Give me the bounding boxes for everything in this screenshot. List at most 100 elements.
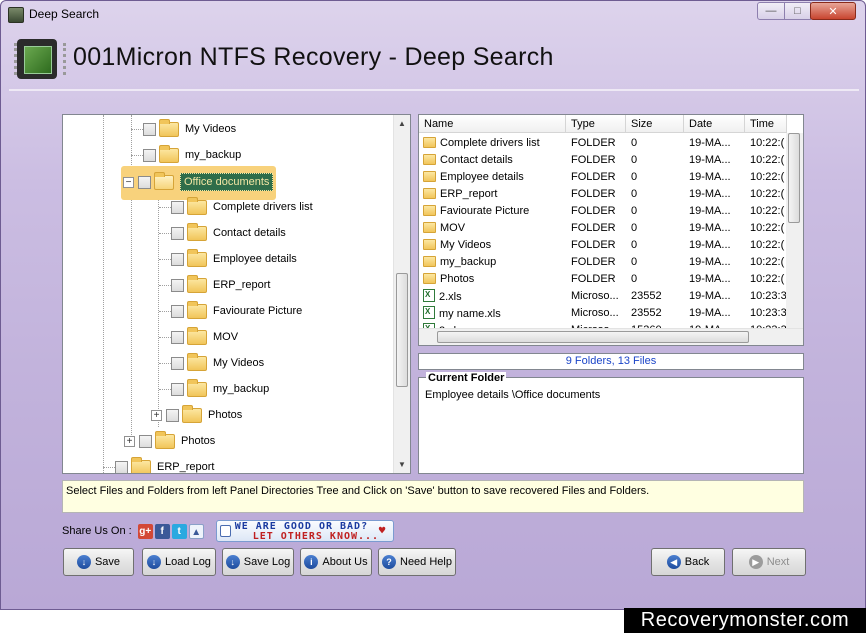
collapse-icon[interactable]: − — [123, 176, 134, 188]
feedback-line2: LET OTHERS KNOW... — [252, 531, 380, 542]
load-log-button-label: Load Log — [165, 556, 211, 568]
checkbox[interactable] — [171, 304, 184, 318]
load-icon: ↓ — [147, 555, 162, 569]
table-row[interactable]: Complete drivers list FOLDER 0 19-MA... 10:2… — [419, 134, 787, 151]
cell-type: FOLDER — [571, 255, 616, 268]
tree-item-selected[interactable]: − Office documents — [123, 170, 274, 194]
facebook-icon[interactable]: f — [154, 523, 170, 539]
cell-time: 10:22:( — [750, 272, 785, 285]
cell-name-text: 2.xls — [439, 290, 462, 303]
checkbox[interactable] — [171, 226, 184, 240]
tree-item[interactable]: Faviourate Picture — [159, 299, 302, 323]
tree-scrollbar[interactable]: ▲ ▼ — [393, 115, 410, 473]
checkbox[interactable] — [143, 122, 156, 136]
tree-item[interactable]: Contact details — [159, 221, 286, 245]
list-vertical-scrollbar[interactable] — [786, 133, 803, 329]
folder-icon — [423, 153, 436, 165]
minimize-button[interactable]: — — [757, 2, 785, 20]
tree-line — [103, 115, 104, 473]
feedback-banner[interactable]: WE ARE GOOD OR BAD? LET OTHERS KNOW... ♥ — [215, 520, 394, 542]
tree-item-label: My Videos — [213, 357, 265, 369]
checkbox[interactable] — [139, 434, 152, 448]
table-row[interactable]: My Videos FOLDER 0 19-MA... 10:22:( — [419, 236, 787, 253]
expand-icon[interactable]: + — [124, 435, 135, 447]
cell-name: Employee details — [419, 170, 566, 183]
tree-item[interactable]: My Videos — [131, 117, 236, 141]
cell-size: 0 — [631, 187, 638, 200]
checkbox[interactable] — [115, 460, 128, 473]
scroll-thumb[interactable] — [437, 331, 749, 343]
help-icon: ? — [382, 555, 396, 569]
close-button[interactable]: ✕ — [810, 2, 856, 20]
scroll-down-icon[interactable]: ▼ — [394, 456, 410, 473]
checkbox[interactable] — [138, 175, 151, 189]
checkbox[interactable] — [171, 330, 184, 344]
checkbox[interactable] — [171, 356, 184, 370]
tree-item[interactable]: MOV — [159, 325, 238, 349]
load-log-button[interactable]: ↓ Load Log — [142, 548, 216, 576]
save-log-button[interactable]: ↓ Save Log — [222, 548, 294, 576]
save-button[interactable]: ↓ Save — [63, 548, 134, 576]
expand-icon[interactable]: + — [151, 409, 162, 421]
column-header-type[interactable]: Type — [566, 115, 626, 133]
maximize-button[interactable]: □ — [784, 2, 811, 20]
tree-item[interactable]: ERP_report — [103, 455, 214, 473]
back-button[interactable]: ◀ Back — [651, 548, 725, 576]
checkbox[interactable] — [171, 382, 184, 396]
tree-item[interactable]: my_backup — [131, 143, 241, 167]
tree-item[interactable]: + Photos — [124, 429, 215, 453]
column-header-size[interactable]: Size — [626, 115, 684, 133]
tree-item[interactable]: ERP_report — [159, 273, 270, 297]
folder-icon — [187, 326, 207, 345]
tree-item[interactable]: my_backup — [159, 377, 269, 401]
tree-item[interactable]: + Photos — [151, 403, 242, 427]
column-header-time[interactable]: Time — [745, 115, 787, 133]
chip-icon — [14, 39, 66, 79]
cell-type: FOLDER — [571, 238, 616, 251]
table-row[interactable]: Contact details FOLDER 0 19-MA... 10:22:( — [419, 151, 787, 168]
table-row[interactable]: ERP_report FOLDER 0 19-MA... 10:22:( — [419, 185, 787, 202]
tree-item[interactable]: My Videos — [159, 351, 264, 375]
tree-item[interactable]: Complete drivers list — [159, 195, 313, 219]
checkbox[interactable] — [171, 200, 184, 214]
cell-name: MOV — [419, 221, 566, 234]
directory-tree[interactable]: My Videos my_backup − Office documents C… — [62, 114, 411, 474]
table-row[interactable]: Photos FOLDER 0 19-MA... 10:22:( — [419, 270, 787, 287]
need-help-button-label: Need Help — [400, 556, 452, 568]
scroll-thumb[interactable] — [396, 273, 408, 387]
heart-icon: ♥ — [378, 524, 386, 537]
column-header-name[interactable]: Name — [419, 115, 566, 133]
cell-date: 19-MA... — [689, 238, 731, 251]
checkbox[interactable] — [171, 278, 184, 292]
checkbox[interactable] — [166, 408, 179, 422]
about-us-button[interactable]: i About Us — [300, 548, 372, 576]
share-label: Share Us On : — [62, 525, 132, 537]
cell-name-text: Faviourate Picture — [440, 204, 530, 217]
scroll-thumb[interactable] — [788, 133, 800, 223]
table-row[interactable]: Employee details FOLDER 0 19-MA... 10:22:( — [419, 168, 787, 185]
table-row[interactable]: MOV FOLDER 0 19-MA... 10:22:( — [419, 219, 787, 236]
cell-name-text: my name.xls — [439, 307, 501, 320]
column-header-date[interactable]: Date — [684, 115, 745, 133]
list-horizontal-scrollbar[interactable] — [419, 328, 803, 345]
like-icon[interactable]: ▲ — [188, 523, 204, 539]
file-list[interactable]: Name Type Size Date Time Complete driver… — [418, 114, 804, 346]
next-button[interactable]: ▶ Next — [732, 548, 806, 576]
table-row[interactable]: 2.xls Microso... 23552 19-MA... 10:23:3 — [419, 287, 787, 304]
tree-item-label: my_backup — [213, 383, 270, 395]
folder-icon — [155, 430, 175, 449]
checkbox[interactable] — [171, 252, 184, 266]
tree-item[interactable]: Employee details — [159, 247, 297, 271]
table-row[interactable]: Faviourate Picture FOLDER 0 19-MA... 10:22:( — [419, 202, 787, 219]
cell-type: FOLDER — [571, 136, 616, 149]
cell-type: FOLDER — [571, 170, 616, 183]
folder-icon — [423, 238, 436, 250]
google-plus-icon[interactable]: g+ — [137, 523, 153, 539]
cell-name: Contact details — [419, 153, 566, 166]
need-help-button[interactable]: ? Need Help — [378, 548, 456, 576]
twitter-icon[interactable]: t — [171, 523, 187, 539]
checkbox[interactable] — [143, 148, 156, 162]
table-row[interactable]: my_backup FOLDER 0 19-MA... 10:22:( — [419, 253, 787, 270]
table-row[interactable]: my name.xls Microso... 23552 19-MA... 10:23:… — [419, 304, 787, 321]
scroll-up-icon[interactable]: ▲ — [394, 115, 410, 132]
